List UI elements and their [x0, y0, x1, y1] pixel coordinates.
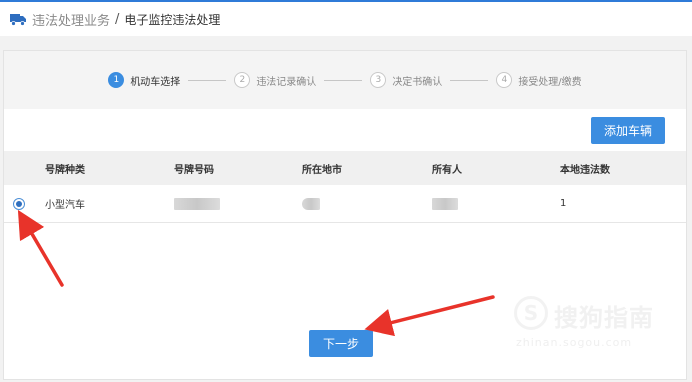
cell-plate-type: 小型汽车 — [45, 200, 85, 211]
cell-city — [302, 185, 320, 222]
watermark-text: 搜狗指南 — [554, 304, 654, 332]
step-2: 2 违法记录确认 — [234, 72, 316, 88]
table-header: 号牌种类 号牌号码 所在地市 所有人 本地违法数 — [4, 151, 686, 185]
row-select-radio[interactable] — [13, 198, 25, 210]
watermark: S 搜狗指南 zhinan.sogou.com — [514, 296, 674, 356]
step-connector — [188, 79, 227, 81]
radio-selected-dot — [16, 201, 22, 207]
step-4: 4 接受处理/缴费 — [496, 72, 582, 88]
step-number: 2 — [234, 72, 251, 88]
step-number: 4 — [496, 72, 513, 88]
step-label: 接受处理/缴费 — [518, 76, 582, 88]
cell-owner — [432, 185, 458, 222]
column-header-owner: 所有人 — [432, 164, 462, 176]
step-3: 3 决定书确认 — [370, 72, 442, 88]
step-number: 1 — [108, 72, 125, 88]
redacted-owner — [432, 197, 458, 210]
column-header-plate-type: 号牌种类 — [45, 164, 85, 176]
column-header-local-violations: 本地违法数 — [560, 164, 610, 176]
truck-icon — [10, 14, 26, 26]
watermark-url: zhinan.sogou.com — [516, 336, 633, 349]
breadcrumb-separator: / — [115, 11, 120, 27]
step-connector — [450, 79, 489, 81]
step-label: 违法记录确认 — [256, 76, 317, 88]
column-header-city: 所在地市 — [302, 164, 342, 176]
cell-local-violations: 1 — [560, 198, 567, 209]
stepper: 1 机动车选择 2 违法记录确认 3 决定书确认 4 接受处理/缴费 — [4, 51, 686, 109]
cell-plate-number — [174, 185, 220, 222]
breadcrumb-current: 电子监控违法处理 — [124, 12, 221, 27]
step-label: 决定书确认 — [392, 76, 443, 88]
breadcrumb-parent[interactable]: 违法处理业务 — [32, 10, 110, 29]
add-vehicle-button[interactable]: 添加车辆 — [591, 117, 665, 144]
watermark-logo-icon: S — [514, 296, 548, 330]
table-row[interactable]: 小型汽车 1 — [4, 185, 686, 223]
step-1: 1 机动车选择 — [108, 72, 180, 88]
redacted-city — [302, 197, 320, 210]
page: 违法处理业务 / 电子监控违法处理 1 机动车选择 2 违法记录确认 3 决定书… — [0, 0, 692, 382]
next-step-button[interactable]: 下一步 — [309, 330, 373, 357]
breadcrumb: 违法处理业务 / 电子监控违法处理 — [0, 2, 692, 36]
step-number: 3 — [370, 72, 387, 88]
column-header-plate-number: 号牌号码 — [174, 164, 214, 176]
step-connector — [324, 79, 363, 81]
step-label: 机动车选择 — [130, 76, 181, 88]
redacted-plate-number — [174, 197, 220, 210]
